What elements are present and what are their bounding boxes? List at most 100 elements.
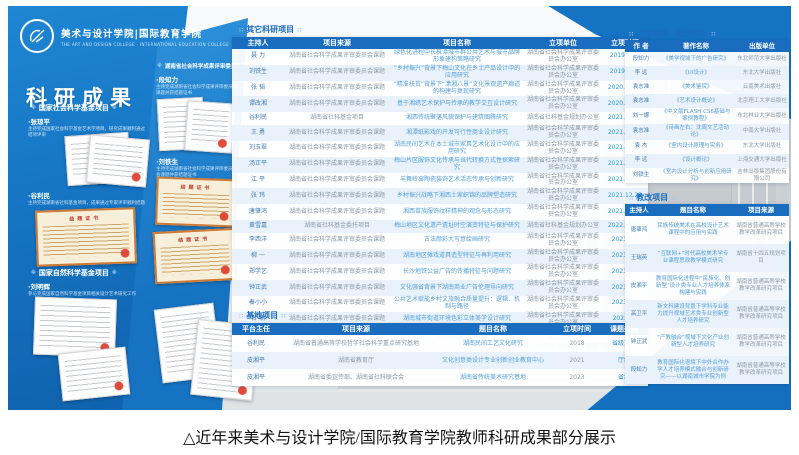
table-cell: 黄雪嘉 bbox=[232, 220, 284, 233]
table-row: 王瑞英“互联网+”时代高校美术学专业课程思政教学模式研究湖南省十四五规划项目 bbox=[625, 244, 789, 272]
table-cell: 湖南省教育厅 bbox=[280, 352, 432, 369]
table-cell: “乡村振兴”背景下梅山文化在乡土产品设计中的应用研究 bbox=[390, 65, 524, 81]
table-row: 皮湘平湖南省委宣传部、湖南省社科联合会湖南省传统美术研究基地2023省级 bbox=[232, 369, 648, 386]
table-cell: 湖南省社会科学成果评审委员会办公室 bbox=[524, 188, 602, 204]
table-row: 皮湘平湖南省教育厅文化创意类设计专业创新创业教育中心2021厅级 bbox=[232, 352, 648, 369]
table-row: 刘铁生湖南省社会科学成果评审委员会课题“乡村振兴”背景下梅山文化在乡土产品设计中… bbox=[232, 65, 648, 81]
completion-certificate-thumbnail: 结题证书 bbox=[35, 207, 137, 266]
table-cell: 湖南省社会科学成果评审委员会办公室 bbox=[524, 141, 602, 157]
table-row: 王 勇湖南省社会科学成果评审委员会课题湘潭纸影戏的开发可行性商业设计研究湖南省社… bbox=[232, 125, 648, 141]
researcher-desc: 主持完成湖南省社会科学成果评审委员会课题并获结题证书 bbox=[156, 85, 240, 97]
certificate-thumbnail bbox=[184, 100, 235, 153]
table-cell: 湖南省社会科学成果评审委员会课题 bbox=[284, 141, 390, 157]
table-cell: 湖南省社科基金委托项目 bbox=[284, 220, 390, 233]
table-row: 汤正平湖南省社会科学成果评审委员会课题梅山片区服饰文化传承与当代转换方式性探索研… bbox=[232, 157, 648, 173]
college-logo-icon bbox=[20, 19, 54, 53]
table-cell: 张 玮 bbox=[232, 188, 284, 204]
table-cell: 湖南省十四五规划项目 bbox=[733, 244, 789, 272]
certificate-title: 结题证书 bbox=[37, 213, 133, 223]
table-cell: 湖南省社科基金项目 bbox=[284, 112, 390, 125]
red-seal-icon bbox=[120, 248, 129, 257]
table-cell: 《美学视域下的广告研究》 bbox=[657, 52, 735, 66]
researcher-name: ·刘铁生 bbox=[156, 156, 236, 166]
table-cell: 2023 bbox=[554, 369, 600, 386]
table-cell: 谷利民 bbox=[232, 335, 280, 352]
section-label-national-social: 国家社会科学基金项目 bbox=[28, 103, 120, 113]
table-cell: 王瑞英 bbox=[625, 244, 653, 272]
table-row: 刘一娜《中文版FLASH CS6基础与案例教程》东北林业大学出版社 bbox=[625, 108, 789, 124]
table-cell: 《UI设计》 bbox=[657, 66, 735, 80]
table-row: 李 远《UI设计》东北大学出版社 bbox=[625, 66, 789, 80]
publications-table: 作 者著作名称出版单位段知力《美学视域下的广告研究》东北师范大学出版社李 远《U… bbox=[625, 40, 789, 183]
researcher-desc: 主持完成湖南省社会科学成果评审委员会课题并获结题证书 bbox=[156, 167, 236, 179]
table-cell: 北京理工大学出版社 bbox=[735, 94, 789, 108]
table-cell: 湖南省社会科学成果评审委员会办公室 bbox=[524, 264, 602, 280]
table-cell: 湖南省社会科学成果评审委员会课题 bbox=[284, 280, 390, 296]
table-cell: 文化创意类设计专业创新创业教育中心 bbox=[432, 352, 554, 369]
column-header: 出版单位 bbox=[735, 40, 789, 52]
table-cell: 文化强省背景下湖南商业广告伦理导向研究 bbox=[390, 280, 524, 296]
table-cell: 聂 力 bbox=[232, 49, 284, 65]
table-cell: 《室内设计分析与创新应用研究》 bbox=[657, 168, 735, 184]
section-label-base-projects: 基地项目 bbox=[236, 310, 288, 321]
certificate-thumbnail bbox=[86, 134, 150, 187]
table-cell: 绿色化进程中长株潭城市群公共艺术与城市品牌形象建构策略研究 bbox=[390, 49, 524, 65]
table-cell: 刘玉翠 bbox=[232, 141, 284, 157]
table-cell: 羊舞岭窑陶瓷装饰艺术活态传承与创新研究 bbox=[390, 173, 524, 189]
table-row: 刘玉翠湖南省社会科学成果评审委员会课题湖南民间艺术在本土城市家具艺术化设计中的应… bbox=[232, 141, 648, 157]
researcher-desc: 主持完成湖南省社科基金项目，成果通过专家评审顺利结题 bbox=[28, 201, 146, 207]
table-cell: 公共艺术赋能乡村文旅融合质量提升：逻辑、机制与路径 bbox=[390, 296, 524, 312]
table-cell: 李 远 bbox=[625, 154, 657, 168]
table-cell: 乡村振兴战略下湘西土家织锦的品牌塑造研究 bbox=[390, 188, 524, 204]
table-cell: 高卫平 bbox=[625, 300, 653, 328]
table-cell: “互联网+”时代高校美术学专业课程思政教学模式研究 bbox=[653, 244, 733, 272]
column-header: 主持人 bbox=[625, 204, 653, 216]
table-cell: 湖南省社会科学成果评审委员会课题 bbox=[284, 65, 390, 81]
table-cell: 袁志准 bbox=[625, 94, 657, 108]
table-cell: 《中文版FLASH CS6基础与案例教程》 bbox=[657, 108, 735, 124]
table-cell: 皮湘平 bbox=[232, 369, 280, 386]
table-cell: 2018 bbox=[554, 335, 600, 352]
researcher-name: ·段知力 bbox=[156, 74, 240, 84]
poster-header: 美术与设计学院|国际教育学院 THE ART AND DESIGN COLLEG… bbox=[20, 19, 229, 53]
column-header: 项目来源 bbox=[280, 323, 432, 335]
table-cell: 刘铁生 bbox=[232, 65, 284, 81]
table-row: 黄雪嘉湖南省社科基金委托项目梅山地区文化遗产遗址时空演变特征与保护研究湖南省社科… bbox=[232, 220, 648, 233]
table-cell: 袁 杰 bbox=[625, 140, 657, 154]
research-achievements-poster: 美术与设计学院|国际教育学院 THE ART AND DESIGN COLLEG… bbox=[8, 6, 791, 410]
table-cell: 湖南省社会科学成果评审委员会课题 bbox=[284, 173, 390, 189]
researcher-name: ·谷利民 bbox=[28, 190, 146, 200]
section-label-other-projects: 其它科研项目 bbox=[236, 24, 304, 35]
table-cell: 基于湘绣艺术保护与传承的教学交互设计研究 bbox=[390, 96, 524, 112]
table-cell: 湖南省社会科学成果评审委员会办公室 bbox=[524, 233, 602, 249]
table-header-row: 平台主任项目来源题目名称立项时间课题类别 bbox=[232, 323, 648, 335]
table-cell: 湖南省社会科学成果评审委员会课题 bbox=[284, 96, 390, 112]
other-projects-table-wrap: 主持人项目来源项目名称立项单位立项时间聂 力湖南省社会科学成果评审委员会课题绿色… bbox=[232, 37, 638, 343]
column-header: 项目来源 bbox=[733, 204, 789, 216]
table-cell: 2021 bbox=[554, 352, 600, 369]
other-projects-table: 主持人项目来源项目名称立项单位立项时间聂 力湖南省社会科学成果评审委员会课题绿色… bbox=[232, 37, 648, 343]
researcher-entry: ·段知力 主持完成湖南省社会科学成果评审委员会课题并获结题证书 bbox=[156, 74, 240, 97]
table-cell: 江 平 bbox=[232, 173, 284, 189]
red-seal-icon bbox=[114, 381, 124, 391]
column-header: 项目来源 bbox=[284, 37, 390, 49]
completion-certificate-thumbnail: 结题证书 bbox=[153, 228, 238, 284]
table-cell: 湖南省普通高等学校教学改革研究项目 bbox=[733, 216, 789, 244]
table-cell: 湖南省社会科学成果评审委员会办公室 bbox=[524, 296, 602, 312]
table-row: 江 平湖南省社会科学成果评审委员会课题羊舞岭窑陶瓷装饰艺术活态传承与创新研究湖南… bbox=[232, 173, 648, 189]
table-header-row: 主持人题目名称项目来源 bbox=[625, 204, 789, 216]
table-cell: 湖南省社会科学成果评审委员会课题 bbox=[284, 81, 390, 97]
table-cell: 湖南地区傩戏道具造型特征与再利用研究 bbox=[390, 249, 524, 265]
researcher-name: ·刘明辉 bbox=[28, 281, 140, 291]
table-cell: 皮湘平 bbox=[232, 352, 280, 369]
table-cell: 谭改湘 bbox=[232, 96, 284, 112]
table-cell: 湖南省社会科学成果评审委员会办公室 bbox=[524, 49, 602, 65]
table-cell: 梅山地区文化遗产遗址时空演变特征与保护研究 bbox=[390, 220, 524, 233]
table-row: 高卫平新文科建设背景下学科专业能力提升视域艺术类专业创新型人才培养研究湖南省普通… bbox=[625, 300, 789, 328]
table-cell: 湖南省社会科学成果评审委员会课题 bbox=[284, 125, 390, 141]
table-row: 张 玮湖南省社会科学成果评审委员会课题乡村振兴战略下湘西土家织锦的品牌塑造研究湖… bbox=[232, 188, 648, 204]
table-cell: 云南美术出版社 bbox=[735, 80, 789, 94]
table-cell: 教育国际化语境下中外合作办学人才培养模式融合与创新研究——以湖南城市学院为例 bbox=[653, 356, 733, 384]
table-cell: 湖南省社会科学成果评审委员会办公室 bbox=[524, 204, 602, 220]
table-row: 袁 杰《室内设计原理与实务》东北大学出版社 bbox=[625, 140, 789, 154]
